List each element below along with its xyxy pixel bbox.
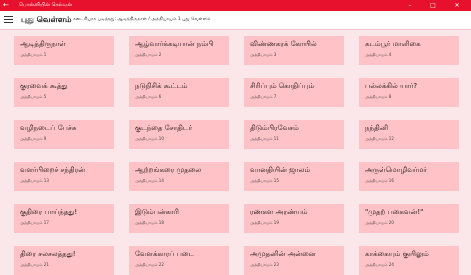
chapter-tile[interactable]: வளர்பிறைச் சந்திரன் அத்தியாயம் 13 — [14, 162, 114, 191]
chapter-title: குடந்தை சோதிடர் — [135, 124, 193, 132]
page-header: புது வெள்ளம் கடைசியாக படித்தது: ஆடித்திர… — [0, 11, 471, 30]
chapter-number: அத்தியாயம் 21 — [20, 262, 49, 267]
close-icon[interactable]: ✕ — [447, 0, 467, 11]
chapter-title: அமுதனின் அன்னை — [250, 250, 316, 258]
chapter-title: திரை சலசலத்தது! — [20, 250, 76, 258]
chapter-number: அத்தியாயம் 17 — [20, 220, 49, 225]
maximize-icon[interactable]: □ — [423, 0, 443, 11]
chapter-tile[interactable]: அருள்மொழிவர்மர் அத்தியாயம் 16 — [359, 162, 459, 191]
page-title: புது வெள்ளம் — [21, 15, 72, 24]
chapter-tile[interactable]: நந்தினி அத்தியாயம் 12 — [359, 120, 459, 149]
chapter-title: "முதற் பகைவன்!" — [365, 208, 424, 216]
app-title: பொன்னியின் செல்வன் — [19, 2, 73, 8]
chapter-title: திடும்பிரவேசம் — [250, 124, 299, 132]
chapter-number: அத்தியாயம் 3 — [250, 52, 277, 57]
chapter-title: ரணகள அரண்யம் — [250, 208, 308, 216]
chapter-title: வேளக்காரப் படை — [135, 250, 195, 258]
chapter-number: அத்தியாயம் 22 — [135, 262, 164, 267]
chapter-number: அத்தியாயம் 8 — [365, 94, 392, 99]
chapter-tile[interactable]: இடும்பன்காரி அத்தியாயம் 18 — [129, 204, 229, 233]
chapter-tile[interactable]: நடுநிசிக் கூட்டம் அத்தியாயம் 6 — [129, 78, 229, 107]
chapter-tile[interactable]: குரவைக் கூத்து அத்தியாயம் 5 — [14, 78, 114, 107]
hamburger-menu-icon[interactable] — [4, 16, 13, 24]
chapter-grid: ஆடித்திருநாள் அத்தியாயம் 1 ஆழ்வார்க்கடியான… — [14, 36, 459, 275]
chapter-number: அத்தியாயம் 4 — [365, 52, 392, 57]
chapter-title: ஆழ்வார்க்கடியான் நம்பி — [135, 40, 214, 48]
chapter-tile[interactable]: திடும்பிரவேசம் அத்தியாயம் 11 — [244, 120, 344, 149]
chapter-number: அத்தியாயம் 24 — [365, 262, 394, 267]
chapter-title: குரவைக் கூத்து — [20, 82, 68, 90]
chapter-number: அத்தியாயம் 18 — [135, 220, 164, 225]
chapter-title: காக்கையும் குயிலும் — [365, 250, 429, 258]
chapter-title: கடம்பூர் மாளிகை — [365, 40, 421, 48]
chapter-tile[interactable]: ஆழ்வார்க்கடியான் நம்பி அத்தியாயம் 2 — [129, 36, 229, 65]
chapter-number: அத்தியாயம் 14 — [135, 178, 164, 183]
breadcrumb: கடைசியாக படித்தது: ஆடித்திருநாள் / அத்தி… — [73, 17, 211, 22]
chapter-tile[interactable]: ஆடித்திருநாள் அத்தியாயம் 1 — [14, 36, 114, 65]
chapter-tile[interactable]: "முதற் பகைவன்!" அத்தியாயம் 20 — [359, 204, 459, 233]
chapter-number: அத்தியாயம் 19 — [250, 220, 279, 225]
chapter-number: அத்தியாயம் 11 — [250, 136, 279, 141]
chapter-tile[interactable]: காக்கையும் குயிலும் அத்தியாயம் 24 — [359, 246, 459, 275]
chapter-tile[interactable]: குடந்தை சோதிடர் அத்தியாயம் 10 — [129, 120, 229, 149]
chapter-title: விண்ணகரக் கோயில் — [250, 40, 317, 48]
chapter-tile[interactable]: ஆற்றங்கரை முதலை அத்தியாயம் 14 — [129, 162, 229, 191]
chapter-number: அத்தியாயம் 12 — [365, 136, 394, 141]
chapter-number: அத்தியாயம் 9 — [20, 136, 47, 141]
chapter-tile[interactable]: வானதியின் ஜாலம் அத்தியாயம் 15 — [244, 162, 344, 191]
chapter-number: அத்தியாயம் 15 — [250, 178, 279, 183]
chapter-title: ஆற்றங்கரை முதலை — [135, 166, 202, 174]
chapter-number: அத்தியாயம் 23 — [250, 262, 279, 267]
chapter-title: நந்தினி — [365, 124, 389, 132]
chapter-tile[interactable]: வழிநடைப் பேச்சு அத்தியாயம் 9 — [14, 120, 114, 149]
chapter-number: அத்தியாயம் 5 — [20, 94, 47, 99]
chapter-number: அத்தியாயம் 20 — [365, 220, 394, 225]
chapter-title: நடுநிசிக் கூட்டம் — [135, 82, 188, 90]
chapter-number: அத்தியாயம் 7 — [250, 94, 277, 99]
chapter-number: அத்தியாயம் 6 — [135, 94, 162, 99]
chapter-tile[interactable]: அமுதனின் அன்னை அத்தியாயம் 23 — [244, 246, 344, 275]
chapter-number: அத்தியாயம் 1 — [20, 52, 47, 57]
chapter-tile[interactable]: சிரிப்பும் கொதிப்பும் அத்தியாயம் 7 — [244, 78, 344, 107]
chapter-title: பல்லக்கில் யார்? — [365, 82, 418, 90]
title-bar: ← பொன்னியின் செல்வன் – □ ✕ — [0, 0, 471, 11]
chapter-number: அத்தியாயம் 13 — [20, 178, 49, 183]
chapter-title: வானதியின் ஜாலம் — [250, 166, 311, 174]
chapter-number: அத்தியாயம் 2 — [135, 52, 162, 57]
chapter-title: வழிநடைப் பேச்சு — [20, 124, 77, 132]
chapter-tile[interactable]: ரணகள அரண்யம் அத்தியாயம் 19 — [244, 204, 344, 233]
chapter-title: வளர்பிறைச் சந்திரன் — [20, 166, 86, 174]
chapter-tile[interactable]: விண்ணகரக் கோயில் அத்தியாயம் 3 — [244, 36, 344, 65]
back-arrow-icon[interactable]: ← — [3, 0, 9, 11]
chapter-tile[interactable]: வேளக்காரப் படை அத்தியாயம் 22 — [129, 246, 229, 275]
chapter-tile[interactable]: திரை சலசலத்தது! அத்தியாயம் 21 — [14, 246, 114, 275]
chapter-number: அத்தியாயம் 16 — [365, 178, 394, 183]
chapter-tile[interactable]: குதிரை பாய்ந்தது! அத்தியாயம் 17 — [14, 204, 114, 233]
minimize-icon[interactable]: – — [400, 0, 420, 11]
chapter-title: அருள்மொழிவர்மர் — [365, 166, 427, 174]
chapter-number: அத்தியாயம் 10 — [135, 136, 164, 141]
chapter-title: ஆடித்திருநாள் — [20, 40, 66, 48]
chapter-tile[interactable]: கடம்பூர் மாளிகை அத்தியாயம் 4 — [359, 36, 459, 65]
chapter-title: குதிரை பாய்ந்தது! — [20, 208, 78, 216]
chapter-title: சிரிப்பும் கொதிப்பும் — [250, 82, 315, 90]
chapter-tile[interactable]: பல்லக்கில் யார்? அத்தியாயம் 8 — [359, 78, 459, 107]
chapter-title: இடும்பன்காரி — [135, 208, 179, 216]
